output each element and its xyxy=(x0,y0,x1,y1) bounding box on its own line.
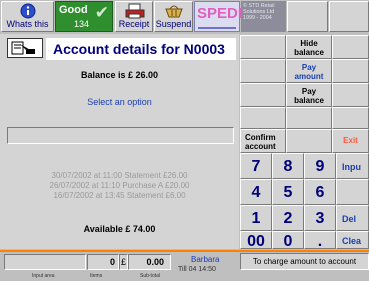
key-1[interactable]: 1 xyxy=(240,205,272,231)
basket-icon xyxy=(165,5,183,18)
logo-underline xyxy=(198,27,236,29)
confirm-account-button[interactable]: Confirm account xyxy=(240,129,286,153)
key-label: 8 xyxy=(283,158,293,175)
key-3[interactable]: 3 xyxy=(304,205,336,231)
copyright-notice: © STD Retail Solutions Ltd 1999 - 2004 xyxy=(241,1,286,32)
account-message-field xyxy=(7,127,234,144)
keypad-blank-r2c1[interactable] xyxy=(240,59,286,83)
key-label: . xyxy=(317,233,323,250)
keypad-blank-r5c2[interactable] xyxy=(286,129,332,153)
key-9[interactable]: 9 xyxy=(304,153,336,179)
key-label: 1 xyxy=(251,210,261,227)
keypad-blank-r3c3[interactable] xyxy=(332,83,369,107)
check-icon: ✔ xyxy=(94,3,109,22)
items-label: Items xyxy=(90,273,103,279)
spedi-logo-text: SPEDI xyxy=(197,5,243,22)
key-label: 6 xyxy=(315,184,325,201)
key-label: 9 xyxy=(315,158,325,175)
key-5[interactable]: 5 xyxy=(272,179,304,205)
key-label: 00 xyxy=(247,233,265,250)
pay-balance-button[interactable]: Pay balance xyxy=(286,83,332,107)
history-line: 26/07/2002 at 11:10 Purchase A £20.00 xyxy=(49,181,190,190)
toolbar-blank-button-2[interactable] xyxy=(329,1,369,32)
keypad-blank-side[interactable] xyxy=(336,179,369,205)
info-icon xyxy=(20,3,36,19)
exit-button[interactable]: Exit xyxy=(332,129,369,153)
keypad-blank-r4c1[interactable] xyxy=(240,107,286,129)
key-label: 5 xyxy=(283,184,293,201)
whats-this-button[interactable]: Whats this xyxy=(1,1,54,32)
available-text: Available £ 74.00 xyxy=(83,224,156,234)
key-8[interactable]: 8 xyxy=(272,153,304,179)
good-status-button[interactable]: Good ✔ 134 xyxy=(55,1,113,32)
key-00[interactable]: 00 xyxy=(240,231,272,250)
items-value: 0 xyxy=(109,257,115,267)
key-4[interactable]: 4 xyxy=(240,179,272,205)
key-7[interactable]: 7 xyxy=(240,153,272,179)
key-label: 0 xyxy=(283,233,293,250)
spedi-logo: SPEDI xyxy=(194,1,243,32)
account-title: Account details for N0003 xyxy=(46,38,236,60)
key-0[interactable]: 0 xyxy=(272,231,304,250)
suspend-label: Suspend xyxy=(155,19,192,29)
key-2[interactable]: 2 xyxy=(272,205,304,231)
keypad-blank-r1c3[interactable] xyxy=(332,35,369,59)
keypad-blank-r4c3[interactable] xyxy=(332,107,369,129)
suspend-button[interactable]: Suspend xyxy=(154,1,193,32)
keypad-panel: Hide balance Pay amount Pay balance Conf… xyxy=(239,34,369,250)
input-area-label: Input area xyxy=(32,273,55,279)
pay-amount-button[interactable]: Pay amount xyxy=(286,59,332,83)
whats-this-label: Whats this xyxy=(6,19,49,29)
exit-label: Exit xyxy=(343,136,358,145)
good-count: 134 xyxy=(74,19,90,29)
hide-balance-label: Hide balance xyxy=(294,39,324,57)
delete-label: Del xyxy=(342,214,357,224)
subtotal-field: 0.00 xyxy=(128,254,171,270)
keypad-blank-r3c1[interactable] xyxy=(240,83,286,107)
clear-label: Clea xyxy=(342,236,362,246)
clear-button[interactable]: Clea xyxy=(336,231,369,249)
operator-name: Barbara xyxy=(191,255,220,264)
printer-icon xyxy=(125,3,145,19)
delete-button[interactable]: Del xyxy=(336,205,369,231)
keypad-blank-r1c1[interactable] xyxy=(240,35,286,59)
toolbar: Whats this Good ✔ 134 Receipt Suspend SP… xyxy=(0,0,369,34)
good-label: Good xyxy=(59,4,88,16)
input-label: Inpu xyxy=(342,162,361,172)
account-card-icon xyxy=(7,38,43,58)
toolbar-blank-button-1[interactable] xyxy=(287,1,328,32)
receipt-button[interactable]: Receipt xyxy=(115,1,153,32)
status-accent-line xyxy=(0,250,369,252)
status-message: To charge amount to account xyxy=(240,253,369,270)
history-line: 30/07/2002 at 11:00 Statement £26.00 xyxy=(51,171,188,180)
keypad-blank-r4c2[interactable] xyxy=(286,107,332,129)
keypad-blank-r2c3[interactable] xyxy=(332,59,369,83)
history-line: 16/07/2002 at 13:45 Statement £6.00 xyxy=(53,191,186,200)
key-label: 3 xyxy=(315,210,325,227)
key-label: 7 xyxy=(251,158,261,175)
key-label: 2 xyxy=(283,210,293,227)
pay-amount-label: Pay amount xyxy=(294,63,324,81)
currency-symbol: £ xyxy=(121,257,127,267)
subtotal-label: Sub-total xyxy=(140,273,161,279)
till-time: Till 04 14:50 xyxy=(178,266,216,273)
key-6[interactable]: 6 xyxy=(304,179,336,205)
currency-field: £ xyxy=(119,254,128,270)
pay-balance-label: Pay balance xyxy=(294,87,324,105)
balance-text: Balance is £ 26.00 xyxy=(80,70,159,80)
items-field: 0 xyxy=(87,254,119,270)
input-button[interactable]: Inpu xyxy=(336,153,369,179)
key-label: 4 xyxy=(251,184,261,201)
key-decimal[interactable]: . xyxy=(304,231,336,250)
receipt-label: Receipt xyxy=(118,19,150,29)
subtotal-value: 0.00 xyxy=(146,257,164,267)
hide-balance-button[interactable]: Hide balance xyxy=(286,35,332,59)
select-option-prompt: Select an option xyxy=(87,97,152,107)
confirm-account-label: Confirm account xyxy=(245,133,276,151)
input-area-field[interactable] xyxy=(4,254,86,270)
status-message-text: To charge amount to account xyxy=(252,257,357,266)
